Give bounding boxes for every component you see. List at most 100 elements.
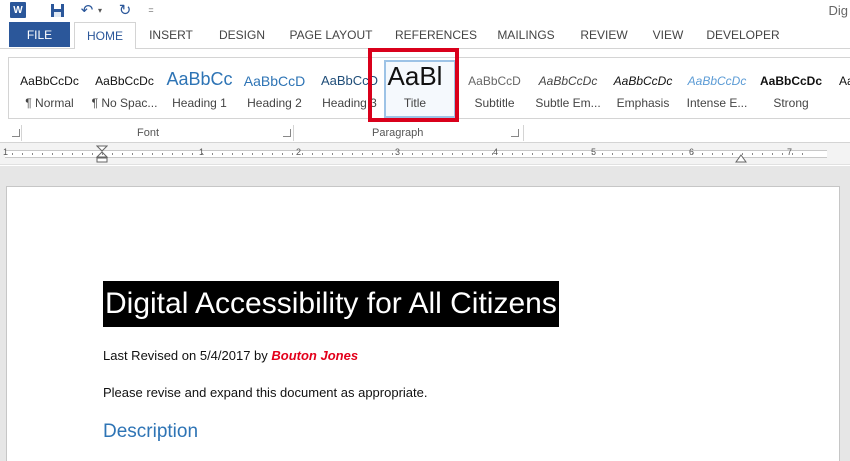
tab-insert[interactable]: INSERT [145, 22, 197, 48]
font-group-label: Font [137, 127, 160, 139]
revise-note[interactable]: Please revise and expand this document a… [103, 385, 427, 400]
ruler-tick [502, 153, 503, 155]
description-heading[interactable]: Description [103, 421, 198, 443]
ruler-tick [422, 153, 423, 155]
tab-mailings[interactable]: MAILINGS [494, 22, 558, 48]
ruler-tick [272, 153, 273, 155]
undo-icon[interactable]: ↶ [80, 2, 94, 19]
ruler-number: 2 [296, 147, 302, 157]
style-quote[interactable]: AaBbCcDc Q [839, 58, 850, 118]
style-title[interactable]: AaBl Title [380, 58, 450, 118]
ruler-number: 1 [3, 147, 9, 157]
tab-review[interactable]: REVIEW [578, 22, 630, 48]
quick-access-toolbar: W ↶ ▾ ↻ = Dig [0, 0, 850, 22]
document-page[interactable]: Digital Accessibility for All Citizens L… [6, 186, 840, 461]
style-normal[interactable]: AaBbCcDc ¶ Normal [12, 58, 87, 118]
style-emphasis[interactable]: AaBbCcDc Emphasis [607, 58, 679, 118]
style-strong[interactable]: AaBbCcDc Strong [753, 58, 829, 118]
ruler-number: 5 [591, 147, 597, 157]
last-revised-line[interactable]: Last Revised on 5/4/2017 by Bouton Jones [103, 348, 358, 363]
ruler-number: 1 [199, 147, 205, 157]
style-preview: AaBbCcDc [538, 74, 598, 88]
paragraph-dialog-launcher-icon[interactable] [511, 129, 519, 137]
style-name: Q [839, 96, 850, 110]
style-preview: AaBl [387, 61, 443, 91]
ruler-tick [582, 153, 583, 155]
ruler-tick [232, 153, 233, 155]
tab-developer[interactable]: DEVELOPER [706, 22, 780, 48]
ruler-tick [732, 153, 733, 155]
style-preview: AaBbCc [166, 69, 233, 89]
ruler-tick [802, 153, 803, 155]
ruler-tick [522, 153, 523, 155]
ruler-tick [162, 153, 163, 155]
horizontal-ruler[interactable]: 1 1 2 3 4 5 6 7 [0, 143, 850, 165]
style-intense-emphasis[interactable]: AaBbCcDc Intense E... [681, 58, 753, 118]
style-heading-2[interactable]: AaBbCcD Heading 2 [237, 58, 312, 118]
style-no-spacing[interactable]: AaBbCcDc ¶ No Spac... [87, 58, 162, 118]
ruler-tick [362, 153, 363, 155]
ruler-tick [92, 153, 93, 155]
style-heading-1[interactable]: AaBbCc Heading 1 [162, 58, 237, 118]
tab-file[interactable]: FILE [9, 22, 70, 47]
tab-design[interactable]: DESIGN [215, 22, 269, 48]
ribbon-tabs: FILE HOME INSERT DESIGN PAGE LAYOUT REFE… [0, 22, 850, 49]
style-name: Heading 2 [247, 96, 302, 110]
ruler-tick [192, 153, 193, 155]
ruler-tick [652, 153, 653, 155]
ruler-tick [772, 153, 773, 155]
ribbon-group-labels: Font Paragraph [0, 125, 850, 143]
ruler-tick [452, 153, 453, 155]
ruler-tick [182, 153, 183, 155]
undo-dropdown-icon[interactable]: ▾ [96, 2, 104, 18]
tab-references[interactable]: REFERENCES [395, 22, 477, 48]
ruler-tick [312, 153, 313, 155]
repeat-icon[interactable]: ↻ [118, 2, 132, 19]
style-subtitle[interactable]: AaBbCcD Subtitle [457, 58, 532, 118]
ruler-tick [442, 153, 443, 155]
group-divider [21, 125, 22, 141]
tab-page-layout[interactable]: PAGE LAYOUT [288, 22, 374, 48]
style-preview: AaBbCcDc [20, 74, 79, 88]
ruler-tick [262, 153, 263, 155]
ruler-tick [412, 153, 413, 155]
ruler-tick [132, 153, 133, 155]
right-indent-marker-icon[interactable] [735, 152, 747, 163]
document-title[interactable]: Digital Accessibility for All Citizens [103, 281, 559, 327]
tab-home[interactable]: HOME [74, 22, 136, 49]
style-name: ¶ Normal [25, 96, 74, 110]
style-subtle-emphasis[interactable]: AaBbCcDc Subtle Em... [529, 58, 607, 118]
ruler-tick [142, 153, 143, 155]
style-preview: AaBbCcDc [839, 74, 850, 88]
customize-toolbar-icon[interactable]: = [146, 2, 156, 18]
clipboard-dialog-launcher-icon[interactable] [12, 129, 20, 137]
tab-view[interactable]: VIEW [649, 22, 687, 48]
ruler-tick [292, 153, 293, 155]
document-area: Digital Accessibility for All Citizens L… [0, 166, 850, 461]
window-title: Dig [828, 3, 848, 18]
ruler-tick [432, 153, 433, 155]
ruler-tick [632, 153, 633, 155]
font-dialog-launcher-icon[interactable] [283, 129, 291, 137]
ruler-tick [482, 153, 483, 155]
style-name: Emphasis [616, 96, 670, 110]
ruler-tick [242, 153, 243, 155]
ruler-tick [622, 153, 623, 155]
style-name: ¶ No Spac... [91, 96, 158, 110]
ruler-tick [352, 153, 353, 155]
ruler-number: 3 [395, 147, 401, 157]
ruler-tick [752, 153, 753, 155]
ruler-tick [382, 153, 383, 155]
style-heading-3[interactable]: AaBbCcD Heading 3 [312, 58, 387, 118]
style-preview: AaBbCcDc [759, 74, 822, 88]
ruler-tick [402, 153, 403, 155]
ruler-tick [572, 153, 573, 155]
ruler-tick [372, 153, 373, 155]
ruler-tick [82, 153, 83, 155]
style-name: Heading 3 [322, 96, 377, 110]
ruler-tick [202, 153, 203, 155]
ruler-tick [592, 153, 593, 155]
ruler-tick [662, 153, 663, 155]
ruler-tick [152, 153, 153, 155]
save-icon[interactable] [50, 2, 65, 18]
